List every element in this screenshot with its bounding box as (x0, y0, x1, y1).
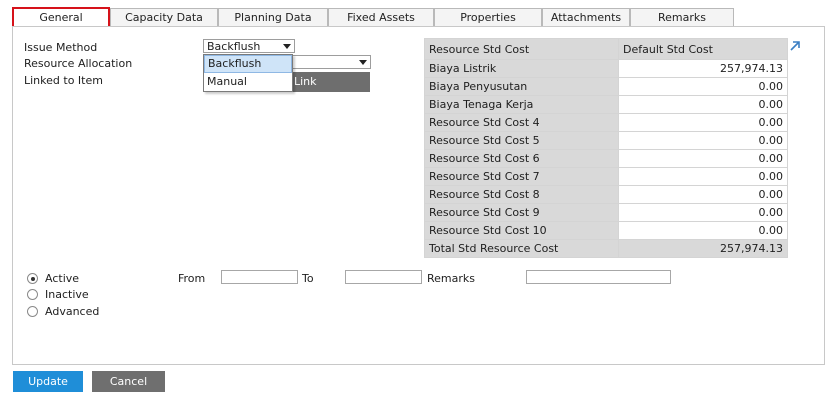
advanced-label: Advanced (45, 305, 100, 318)
tab-planning-data[interactable]: Planning Data (218, 8, 328, 27)
row-value[interactable]: 0.00 (618, 113, 788, 132)
dropdown-option-backflush[interactable]: Backflush (204, 55, 292, 73)
tab-attachments[interactable]: Attachments (542, 8, 630, 27)
active-label: Active (45, 272, 80, 285)
inactive-radio[interactable] (27, 289, 38, 300)
row-name: Resource Std Cost 6 (424, 149, 619, 168)
table-row: Biaya Listrik 257,974.13 (424, 59, 788, 78)
issue-method-label: Issue Method (24, 41, 98, 54)
row-value[interactable]: 257,974.13 (618, 59, 788, 78)
link-text: Link (294, 75, 317, 88)
active-radio[interactable] (27, 273, 38, 284)
row-name: Resource Std Cost 9 (424, 203, 619, 222)
row-value[interactable]: 0.00 (618, 221, 788, 240)
total-value: 257,974.13 (618, 239, 788, 258)
issue-method-select[interactable]: Backflush (203, 39, 295, 53)
row-value[interactable]: 0.00 (618, 131, 788, 150)
update-button[interactable]: Update (13, 371, 83, 392)
row-value[interactable]: 0.00 (618, 167, 788, 186)
row-name: Resource Std Cost 7 (424, 167, 619, 186)
inactive-label: Inactive (45, 288, 89, 301)
row-name: Resource Std Cost 8 (424, 185, 619, 204)
resource-allocation-label: Resource Allocation (24, 57, 133, 70)
remarks-label: Remarks (427, 272, 475, 285)
row-name: Resource Std Cost 5 (424, 131, 619, 150)
issue-method-value: Backflush (207, 40, 261, 53)
linked-to-item-label: Linked to Item (24, 74, 103, 87)
table-row: Resource Std Cost 9 0.00 (424, 203, 788, 222)
row-name: Biaya Listrik (424, 59, 619, 78)
chevron-down-icon (283, 44, 291, 49)
row-name: Biaya Penyusutan (424, 77, 619, 96)
resource-cost-table: Resource Std Cost Default Std Cost Biaya… (424, 38, 788, 258)
row-name: Resource Std Cost 4 (424, 113, 619, 132)
row-value[interactable]: 0.00 (618, 95, 788, 114)
row-name: Resource Std Cost 10 (424, 221, 619, 240)
table-row: Resource Std Cost 7 0.00 (424, 167, 788, 186)
row-value[interactable]: 0.00 (618, 185, 788, 204)
issue-method-dropdown: Backflush Manual (203, 54, 293, 92)
to-label: To (302, 272, 314, 285)
cancel-button[interactable]: Cancel (92, 371, 165, 392)
table-row: Resource Std Cost 8 0.00 (424, 185, 788, 204)
table-row: Resource Std Cost 6 0.00 (424, 149, 788, 168)
row-value[interactable]: 0.00 (618, 77, 788, 96)
table-header-row: Resource Std Cost Default Std Cost (424, 38, 788, 60)
header-resource-std-cost: Resource Std Cost (424, 38, 619, 60)
advanced-radio[interactable] (27, 306, 38, 317)
table-row: Resource Std Cost 4 0.00 (424, 113, 788, 132)
from-label: From (178, 272, 206, 285)
to-date-input[interactable] (345, 270, 422, 284)
table-row: Resource Std Cost 5 0.00 (424, 131, 788, 150)
table-row: Biaya Penyusutan 0.00 (424, 77, 788, 96)
linked-to-item-link[interactable]: Link (290, 72, 370, 92)
row-name: Biaya Tenaga Kerja (424, 95, 619, 114)
expand-arrow-icon[interactable] (789, 40, 801, 52)
tab-remarks[interactable]: Remarks (630, 8, 734, 27)
total-label: Total Std Resource Cost (424, 239, 619, 258)
row-value[interactable]: 0.00 (618, 203, 788, 222)
table-row: Biaya Tenaga Kerja 0.00 (424, 95, 788, 114)
tab-capacity-data[interactable]: Capacity Data (110, 8, 218, 27)
tab-properties[interactable]: Properties (434, 8, 542, 27)
dropdown-option-manual[interactable]: Manual (204, 73, 292, 90)
remarks-input[interactable] (526, 270, 671, 284)
from-date-input[interactable] (221, 270, 298, 284)
row-value[interactable]: 0.00 (618, 149, 788, 168)
table-row: Resource Std Cost 10 0.00 (424, 221, 788, 240)
tab-fixed-assets[interactable]: Fixed Assets (328, 8, 434, 27)
header-default-std-cost: Default Std Cost (618, 38, 788, 60)
table-total-row: Total Std Resource Cost 257,974.13 (424, 239, 788, 258)
chevron-down-icon (359, 60, 367, 65)
